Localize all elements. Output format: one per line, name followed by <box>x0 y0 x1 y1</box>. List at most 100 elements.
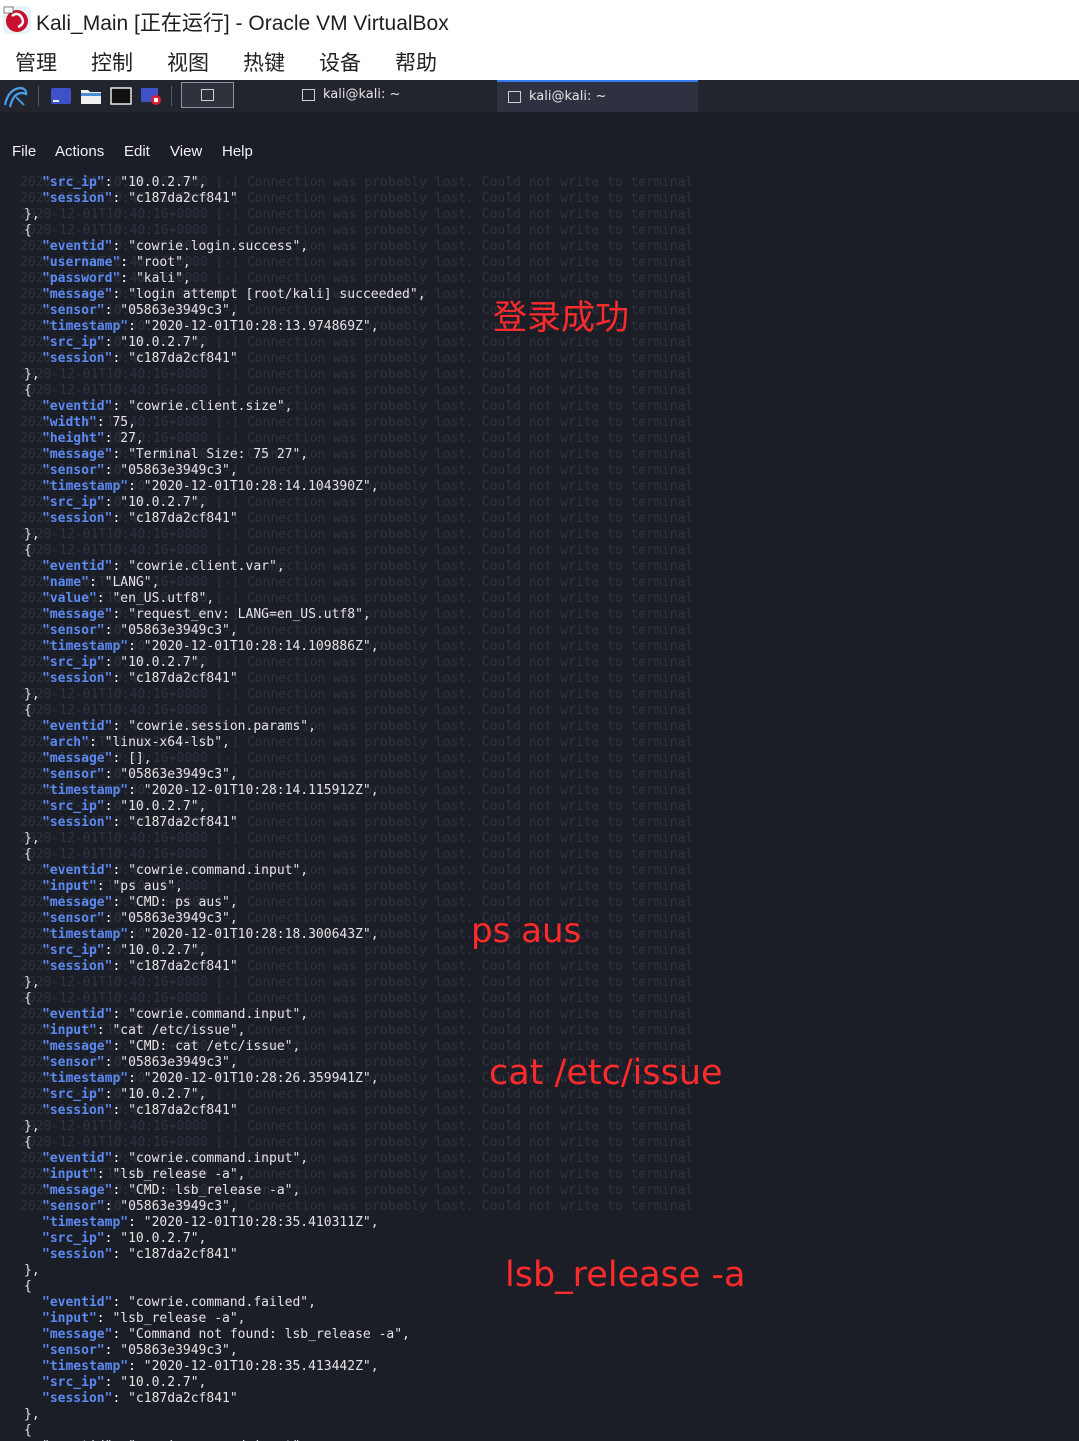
json-value: "05863e3949c3", <box>120 623 238 638</box>
log-line: "src_ip": "10.0.2.7", <box>42 175 206 191</box>
log-line: "name": "LANG", <box>42 575 159 591</box>
json-key: "sensor" <box>42 1343 105 1358</box>
workspace-terminal-icon <box>201 89 214 101</box>
taskbar-item-terminal-1[interactable]: kali@kali: ~ <box>291 80 493 112</box>
menu-hotkeys[interactable]: 热键 <box>243 47 285 77</box>
json-colon: : <box>112 671 129 686</box>
screen-recorder-icon[interactable] <box>139 85 163 107</box>
log-line: "height": 27, <box>42 431 144 447</box>
menu-help[interactable]: 帮助 <box>395 47 437 77</box>
json-value: "2020-12-01T10:28:14.109886Z", <box>143 639 379 654</box>
json-key: "eventid" <box>42 1295 113 1310</box>
taskbar-item-terminal-2[interactable]: kali@kali: ~ <box>497 80 698 112</box>
json-value: "en_US.utf8", <box>112 591 215 606</box>
json-colon: : <box>88 575 105 590</box>
json-value: "linux-x64-lsb", <box>104 735 230 750</box>
log-line: "session": "c187da2cf841" <box>42 191 238 207</box>
panel-separator <box>171 86 172 106</box>
json-colon: : <box>104 1343 121 1358</box>
log-line: "session": "c187da2cf841" <box>42 671 238 687</box>
json-colon: : <box>104 655 121 670</box>
json-key: "src_ip" <box>42 175 105 190</box>
log-line: "message": "CMD: cat /etc/issue", <box>42 1039 300 1055</box>
window-titlebar: Kali_Main [正在运行] - Oracle VM VirtualBox <box>0 0 1079 40</box>
terminal-launcher-icon[interactable] <box>109 85 133 107</box>
json-value: "c187da2cf841" <box>128 959 238 974</box>
json-value: "cowrie.client.var", <box>128 559 285 574</box>
json-value: "cowrie.command.failed", <box>128 1295 316 1310</box>
json-colon: : <box>128 1215 144 1230</box>
json-colon: : <box>104 1055 121 1070</box>
json-key: "arch" <box>42 735 89 750</box>
terminal-menubar: File Actions Edit View Help <box>0 140 1079 164</box>
json-key: "timestamp" <box>42 927 129 942</box>
json-colon: : <box>104 1199 121 1214</box>
json-key: "timestamp" <box>42 639 129 654</box>
log-line: "session": "c187da2cf841" <box>42 1103 238 1119</box>
terminal-menu-view[interactable]: View <box>170 143 202 160</box>
menu-control[interactable]: 控制 <box>91 47 133 77</box>
file-manager-icon[interactable] <box>79 85 103 107</box>
json-value: "10.0.2.7", <box>120 943 207 958</box>
log-brace: }, <box>24 1119 40 1134</box>
log-line: "sensor": "05863e3949c3", <box>42 1055 238 1071</box>
json-colon: : <box>112 959 129 974</box>
log-line: "eventid": "cowrie.command.input", <box>42 863 308 879</box>
json-key: "session" <box>42 1391 113 1406</box>
json-key: "eventid" <box>42 239 113 254</box>
json-colon: : <box>112 895 129 910</box>
terminal-icon <box>302 89 315 101</box>
workspace-1-button[interactable] <box>181 82 234 108</box>
json-key: "timestamp" <box>42 319 129 334</box>
json-value: "kali", <box>135 271 191 286</box>
log-line: "session": "c187da2cf841" <box>42 511 238 527</box>
json-colon: : <box>112 447 129 462</box>
log-line: "timestamp": "2020-12-01T10:28:14.115912… <box>42 783 379 799</box>
json-value: "2020-12-01T10:28:18.300643Z", <box>143 927 379 942</box>
json-key: "name" <box>42 575 89 590</box>
log-line: "timestamp": "2020-12-01T10:28:14.104390… <box>42 479 379 495</box>
terminal-menu-help[interactable]: Help <box>222 143 253 160</box>
log-line: "input": "ps aus", <box>42 879 183 895</box>
json-value: "cat /etc/issue", <box>112 1023 246 1038</box>
log-line: "eventid": "cowrie.command.failed", <box>42 1295 316 1311</box>
json-colon: : <box>128 927 144 942</box>
json-value: "2020-12-01T10:28:35.410311Z", <box>143 1215 379 1230</box>
menu-view[interactable]: 视图 <box>167 47 209 77</box>
json-colon: : <box>96 1023 113 1038</box>
json-value: 27, <box>120 431 144 446</box>
json-key: "message" <box>42 1039 113 1054</box>
json-colon: : <box>96 1167 113 1182</box>
json-key: "input" <box>42 1167 97 1182</box>
log-brace: }, <box>24 527 40 542</box>
terminal-menu-edit[interactable]: Edit <box>124 143 150 160</box>
menu-manage[interactable]: 管理 <box>15 47 57 77</box>
menu-devices[interactable]: 设备 <box>319 47 361 77</box>
json-colon: : <box>104 911 121 926</box>
kali-dragon-icon[interactable] <box>2 83 29 109</box>
show-desktop-icon[interactable] <box>49 85 73 107</box>
json-colon: : <box>128 639 144 654</box>
terminal-output: "src_ip": "10.0.2.7", "session": "c187da2… <box>0 175 760 1441</box>
log-line: "session": "c187da2cf841" <box>42 351 238 367</box>
log-line: "message": "CMD: lsb_release -a", <box>42 1183 300 1199</box>
json-key: "src_ip" <box>42 495 105 510</box>
json-key: "sensor" <box>42 1199 105 1214</box>
log-line: "src_ip": "10.0.2.7", <box>42 943 206 959</box>
terminal-menu-actions[interactable]: Actions <box>55 143 104 160</box>
log-brace: { <box>24 1279 32 1294</box>
json-value: "2020-12-01T10:28:13.974869Z", <box>143 319 379 334</box>
log-line: "sensor": "05863e3949c3", <box>42 463 238 479</box>
json-key: "session" <box>42 351 113 366</box>
terminal-menu-file[interactable]: File <box>12 143 36 160</box>
json-value: "CMD: ps aus", <box>128 895 238 910</box>
log-brace: { <box>24 223 32 238</box>
log-line: "password": "kali", <box>42 271 191 287</box>
json-colon: : <box>128 479 144 494</box>
annotation-cat-etc-issue: cat /etc/issue <box>489 1053 723 1093</box>
json-key: "message" <box>42 1327 113 1342</box>
json-colon: : <box>112 1327 129 1342</box>
json-key: "value" <box>42 591 97 606</box>
log-brace: }, <box>24 207 40 222</box>
log-line: "message": "Command not found: lsb_relea… <box>42 1327 410 1343</box>
